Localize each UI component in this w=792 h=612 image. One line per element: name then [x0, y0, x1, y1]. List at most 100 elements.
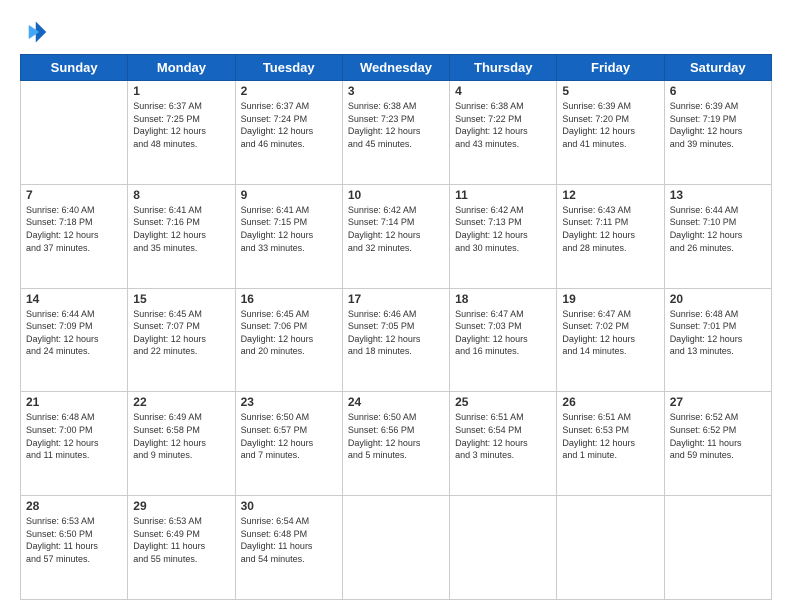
- calendar-cell: 11Sunrise: 6:42 AM Sunset: 7:13 PM Dayli…: [450, 184, 557, 288]
- day-info: Sunrise: 6:52 AM Sunset: 6:52 PM Dayligh…: [670, 411, 766, 461]
- day-info: Sunrise: 6:51 AM Sunset: 6:53 PM Dayligh…: [562, 411, 658, 461]
- day-info: Sunrise: 6:44 AM Sunset: 7:10 PM Dayligh…: [670, 204, 766, 254]
- day-number: 27: [670, 395, 766, 409]
- day-number: 17: [348, 292, 444, 306]
- day-number: 28: [26, 499, 122, 513]
- calendar-cell: 16 Sunrise: 6:45 AM Sunset: 7:06 PM Dayli…: [235, 288, 342, 392]
- day-info: Sunrise: 6:41 AM Sunset: 7:16 PM Dayligh…: [133, 204, 229, 254]
- day-number: 25: [455, 395, 551, 409]
- day-number: 20: [670, 292, 766, 306]
- day-number: 15: [133, 292, 229, 306]
- day-number: 1: [133, 84, 229, 98]
- day-info: Sunrise: 6:37 AM Sunset: 7:24 PM Dayligh…: [241, 100, 337, 150]
- calendar-cell: 7 Sunrise: 6:40 AM Sunset: 7:18 PM Daylig…: [21, 184, 128, 288]
- calendar-cell: 26 Sunrise: 6:51 AM Sunset: 6:53 PM Dayli…: [557, 392, 664, 496]
- calendar-cell: 6 Sunrise: 6:39 AM Sunset: 7:19 PM Daylig…: [664, 81, 771, 185]
- day-info: Sunrise: 6:39 AM Sunset: 7:20 PM Dayligh…: [562, 100, 658, 150]
- day-number: 13: [670, 188, 766, 202]
- day-info: Sunrise: 6:37 AM Sunset: 7:25 PM Dayligh…: [133, 100, 229, 150]
- calendar-cell: 10Sunrise: 6:42 AM Sunset: 7:14 PM Dayli…: [342, 184, 449, 288]
- day-info: Sunrise: 6:47 AM Sunset: 7:03 PM Dayligh…: [455, 308, 551, 358]
- calendar-cell: 20 Sunrise: 6:48 AM Sunset: 7:01 PM Dayli…: [664, 288, 771, 392]
- calendar-cell: 19Sunrise: 6:47 AM Sunset: 7:02 PM Dayli…: [557, 288, 664, 392]
- day-info: Sunrise: 6:44 AM Sunset: 7:09 PM Dayligh…: [26, 308, 122, 358]
- day-number: 30: [241, 499, 337, 513]
- day-info: Sunrise: 6:42 AM Sunset: 7:13 PM Dayligh…: [455, 204, 551, 254]
- day-number: 7: [26, 188, 122, 202]
- day-number: 2: [241, 84, 337, 98]
- day-info: Sunrise: 6:38 AM Sunset: 7:23 PM Dayligh…: [348, 100, 444, 150]
- day-number: 23: [241, 395, 337, 409]
- day-info: Sunrise: 6:53 AM Sunset: 6:49 PM Dayligh…: [133, 515, 229, 565]
- day-number: 26: [562, 395, 658, 409]
- logo: [20, 18, 52, 46]
- calendar-cell: 5 Sunrise: 6:39 AM Sunset: 7:20 PM Daylig…: [557, 81, 664, 185]
- day-number: 3: [348, 84, 444, 98]
- calendar-cell: [21, 81, 128, 185]
- calendar-cell: 15 Sunrise: 6:45 AM Sunset: 7:07 PM Dayli…: [128, 288, 235, 392]
- calendar-cell: [664, 496, 771, 600]
- page: SundayMondayTuesdayWednesdayThursdayFrid…: [0, 0, 792, 612]
- week-row-4: 21Sunrise: 6:48 AM Sunset: 7:00 PM Dayli…: [21, 392, 772, 496]
- weekday-header-row: SundayMondayTuesdayWednesdayThursdayFrid…: [21, 55, 772, 81]
- calendar-cell: 30Sunrise: 6:54 AM Sunset: 6:48 PM Dayli…: [235, 496, 342, 600]
- day-number: 8: [133, 188, 229, 202]
- calendar-cell: 8 Sunrise: 6:41 AM Sunset: 7:16 PM Daylig…: [128, 184, 235, 288]
- calendar-cell: [342, 496, 449, 600]
- day-info: Sunrise: 6:51 AM Sunset: 6:54 PM Dayligh…: [455, 411, 551, 461]
- day-number: 14: [26, 292, 122, 306]
- day-number: 22: [133, 395, 229, 409]
- day-info: Sunrise: 6:39 AM Sunset: 7:19 PM Dayligh…: [670, 100, 766, 150]
- weekday-header-friday: Friday: [557, 55, 664, 81]
- calendar-cell: 21Sunrise: 6:48 AM Sunset: 7:00 PM Dayli…: [21, 392, 128, 496]
- calendar-cell: 14 Sunrise: 6:44 AM Sunset: 7:09 PM Dayli…: [21, 288, 128, 392]
- calendar-cell: 29 Sunrise: 6:53 AM Sunset: 6:49 PM Dayli…: [128, 496, 235, 600]
- calendar-cell: 18 Sunrise: 6:47 AM Sunset: 7:03 PM Dayli…: [450, 288, 557, 392]
- day-number: 16: [241, 292, 337, 306]
- calendar-table: SundayMondayTuesdayWednesdayThursdayFrid…: [20, 54, 772, 600]
- day-info: Sunrise: 6:43 AM Sunset: 7:11 PM Dayligh…: [562, 204, 658, 254]
- day-info: Sunrise: 6:42 AM Sunset: 7:14 PM Dayligh…: [348, 204, 444, 254]
- calendar-cell: 22Sunrise: 6:49 AM Sunset: 6:58 PM Dayli…: [128, 392, 235, 496]
- week-row-3: 14 Sunrise: 6:44 AM Sunset: 7:09 PM Dayli…: [21, 288, 772, 392]
- logo-icon: [20, 18, 48, 46]
- calendar-cell: 9Sunrise: 6:41 AM Sunset: 7:15 PM Daylig…: [235, 184, 342, 288]
- calendar-cell: [450, 496, 557, 600]
- weekday-header-wednesday: Wednesday: [342, 55, 449, 81]
- day-info: Sunrise: 6:45 AM Sunset: 7:07 PM Dayligh…: [133, 308, 229, 358]
- day-info: Sunrise: 6:50 AM Sunset: 6:56 PM Dayligh…: [348, 411, 444, 461]
- calendar-cell: 24Sunrise: 6:50 AM Sunset: 6:56 PM Dayli…: [342, 392, 449, 496]
- day-info: Sunrise: 6:53 AM Sunset: 6:50 PM Dayligh…: [26, 515, 122, 565]
- calendar-cell: 23 Sunrise: 6:50 AM Sunset: 6:57 PM Dayli…: [235, 392, 342, 496]
- day-info: Sunrise: 6:48 AM Sunset: 7:01 PM Dayligh…: [670, 308, 766, 358]
- weekday-header-monday: Monday: [128, 55, 235, 81]
- day-info: Sunrise: 6:45 AM Sunset: 7:06 PM Dayligh…: [241, 308, 337, 358]
- weekday-header-sunday: Sunday: [21, 55, 128, 81]
- calendar-cell: [557, 496, 664, 600]
- weekday-header-saturday: Saturday: [664, 55, 771, 81]
- calendar-cell: 17 Sunrise: 6:46 AM Sunset: 7:05 PM Dayli…: [342, 288, 449, 392]
- calendar-cell: 27 Sunrise: 6:52 AM Sunset: 6:52 PM Dayli…: [664, 392, 771, 496]
- day-info: Sunrise: 6:40 AM Sunset: 7:18 PM Dayligh…: [26, 204, 122, 254]
- day-number: 4: [455, 84, 551, 98]
- calendar-cell: 1 Sunrise: 6:37 AM Sunset: 7:25 PM Daylig…: [128, 81, 235, 185]
- day-number: 29: [133, 499, 229, 513]
- weekday-header-tuesday: Tuesday: [235, 55, 342, 81]
- day-number: 6: [670, 84, 766, 98]
- day-info: Sunrise: 6:47 AM Sunset: 7:02 PM Dayligh…: [562, 308, 658, 358]
- calendar-cell: 12 Sunrise: 6:43 AM Sunset: 7:11 PM Dayli…: [557, 184, 664, 288]
- calendar-cell: 2 Sunrise: 6:37 AM Sunset: 7:24 PM Daylig…: [235, 81, 342, 185]
- day-number: 5: [562, 84, 658, 98]
- calendar-cell: 13 Sunrise: 6:44 AM Sunset: 7:10 PM Dayli…: [664, 184, 771, 288]
- day-info: Sunrise: 6:38 AM Sunset: 7:22 PM Dayligh…: [455, 100, 551, 150]
- calendar-cell: 3 Sunrise: 6:38 AM Sunset: 7:23 PM Daylig…: [342, 81, 449, 185]
- header: [20, 18, 772, 46]
- calendar-cell: 25 Sunrise: 6:51 AM Sunset: 6:54 PM Dayli…: [450, 392, 557, 496]
- day-number: 18: [455, 292, 551, 306]
- day-info: Sunrise: 6:50 AM Sunset: 6:57 PM Dayligh…: [241, 411, 337, 461]
- day-info: Sunrise: 6:48 AM Sunset: 7:00 PM Dayligh…: [26, 411, 122, 461]
- week-row-2: 7 Sunrise: 6:40 AM Sunset: 7:18 PM Daylig…: [21, 184, 772, 288]
- day-info: Sunrise: 6:41 AM Sunset: 7:15 PM Dayligh…: [241, 204, 337, 254]
- day-number: 12: [562, 188, 658, 202]
- day-info: Sunrise: 6:46 AM Sunset: 7:05 PM Dayligh…: [348, 308, 444, 358]
